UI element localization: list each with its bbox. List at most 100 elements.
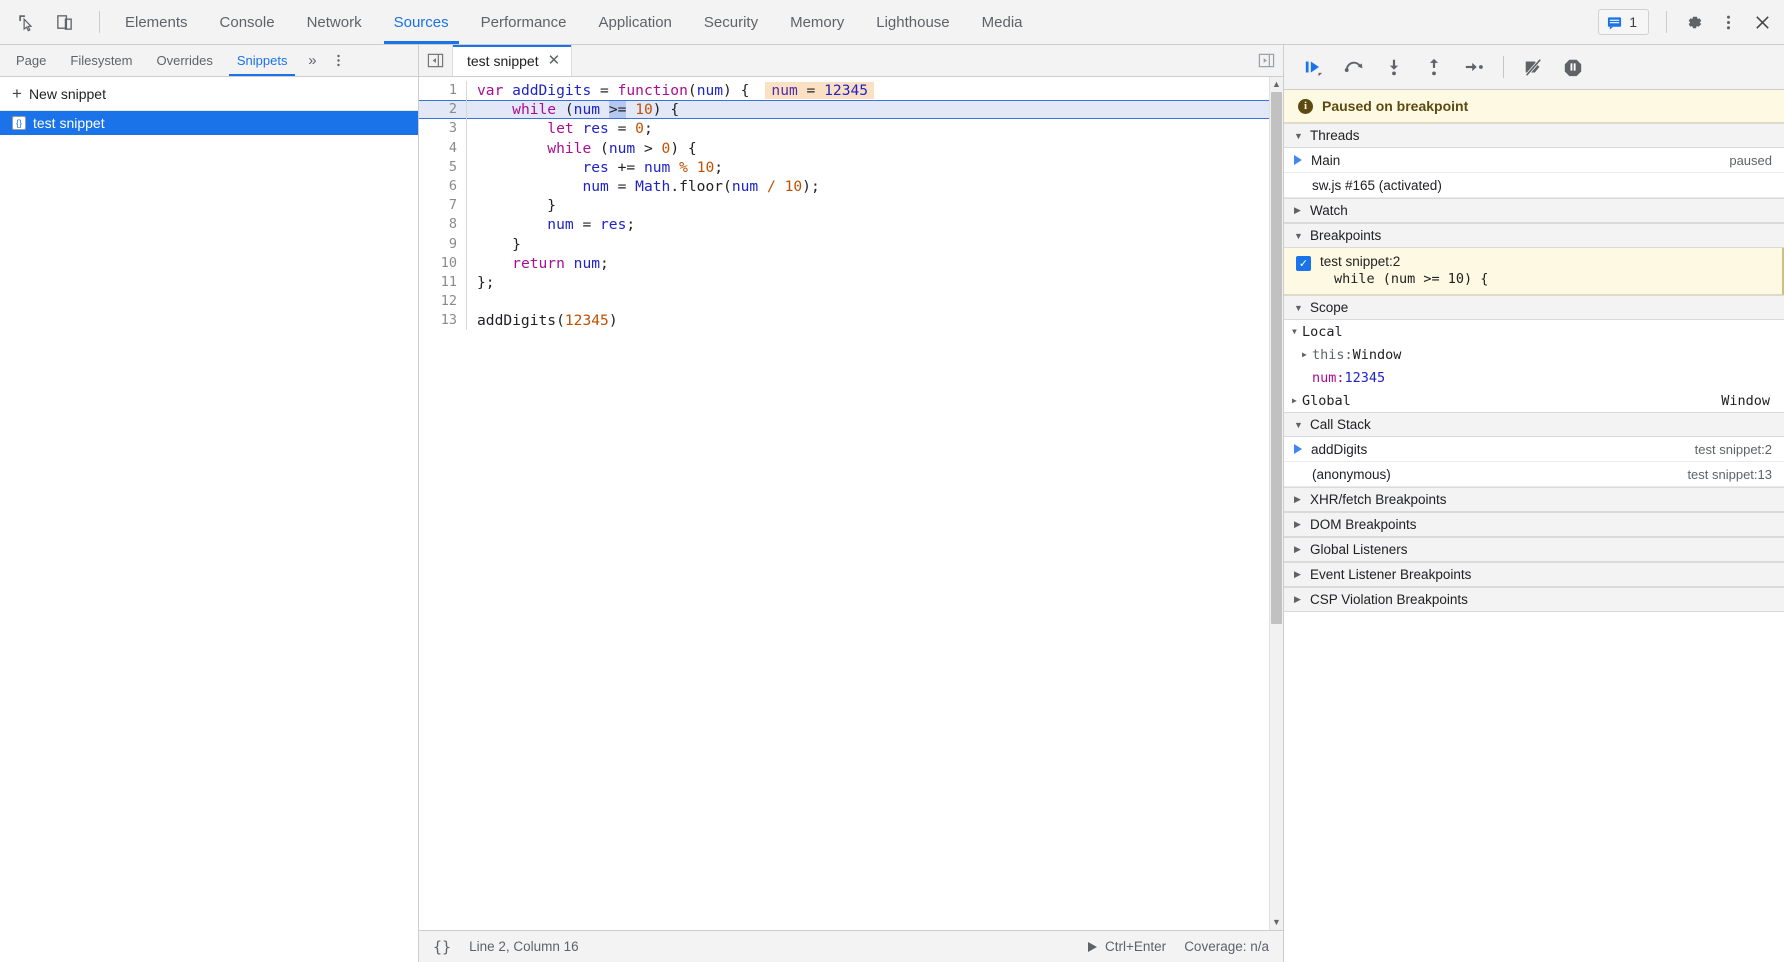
close-icon[interactable] (1746, 6, 1778, 38)
section-header-event-listener-breakpoints[interactable]: ▶ Event Listener Breakpoints (1284, 562, 1784, 587)
run-snippet-hint[interactable]: Ctrl+Enter (1088, 939, 1166, 954)
section-header-dom-breakpoints[interactable]: ▶ DOM Breakpoints (1284, 512, 1784, 537)
inspect-cursor-icon[interactable] (10, 6, 42, 38)
code-editor[interactable]: 1 var addDigits = function(num) {num = 12… (419, 77, 1269, 930)
navigator-menu-icon[interactable] (325, 45, 351, 76)
line-number[interactable]: 4 (419, 138, 467, 158)
tab-console[interactable]: Console (204, 0, 291, 44)
code-line[interactable]: 9 } (419, 234, 1269, 254)
thread-row-sw[interactable]: sw.js #165 (activated) (1284, 173, 1784, 198)
collapse-sidebar-icon[interactable] (419, 45, 453, 76)
line-number[interactable]: 12 (419, 292, 467, 312)
code-line[interactable]: 13 addDigits(12345) (419, 311, 1269, 331)
nav-tab-overrides[interactable]: Overrides (145, 45, 225, 76)
device-toolbar-icon[interactable] (48, 6, 80, 38)
code-line[interactable]: 8 num = res; (419, 215, 1269, 235)
section-header-watch[interactable]: ▶ Watch (1284, 198, 1784, 223)
code-line[interactable]: 1 var addDigits = function(num) {num = 12… (419, 81, 1269, 101)
line-number[interactable]: 2 (419, 100, 467, 120)
tab-elements[interactable]: Elements (109, 0, 204, 44)
section-title: Call Stack (1310, 417, 1371, 432)
deactivate-breakpoints-button[interactable] (1515, 50, 1551, 84)
section-header-scope[interactable]: ▼ Scope (1284, 295, 1784, 320)
gear-icon[interactable] (1678, 6, 1710, 38)
tab-sources[interactable]: Sources (378, 0, 465, 44)
editor-scrollbar[interactable]: ▲ ▼ (1269, 77, 1283, 930)
code-line-text: while (num > 0) { (547, 139, 697, 157)
line-number[interactable]: 13 (419, 311, 467, 331)
line-number[interactable]: 7 (419, 196, 467, 216)
line-number[interactable]: 8 (419, 215, 467, 235)
tab-network[interactable]: Network (291, 0, 378, 44)
snippet-item-test-snippet[interactable]: {} test snippet (0, 111, 418, 135)
code-line[interactable]: 3 let res = 0; (419, 119, 1269, 139)
code-line[interactable]: 12 (419, 292, 1269, 312)
code-line-text: let res = 0; (547, 120, 653, 138)
step-into-next-function-call-button[interactable] (1376, 50, 1412, 84)
scope-row-num[interactable]: num: 12345 (1284, 366, 1784, 389)
scope-row-local[interactable]: ▼ Local (1284, 320, 1784, 343)
line-number[interactable]: 10 (419, 253, 467, 273)
frame-label: (anonymous) (1312, 466, 1391, 482)
tab-security[interactable]: Security (688, 0, 774, 44)
tab-label: Sources (393, 13, 449, 31)
close-icon[interactable]: ✕ (548, 53, 561, 68)
breakpoint-checkbox[interactable]: ✓ (1296, 256, 1311, 271)
code-line-text: num = res; (547, 216, 636, 234)
section-title: Global Listeners (1310, 542, 1408, 557)
code-line[interactable]: 6 num = Math.floor(num / 10); (419, 176, 1269, 197)
code-line[interactable]: 2 while (num >= 10) { (419, 100, 1269, 120)
tab-lighthouse[interactable]: Lighthouse (860, 0, 965, 44)
resume-script-execution-button[interactable] (1296, 50, 1332, 84)
nav-tab-label: Overrides (156, 53, 213, 68)
tab-performance[interactable]: Performance (465, 0, 583, 44)
section-header-global-listeners[interactable]: ▶ Global Listeners (1284, 537, 1784, 562)
tab-application[interactable]: Application (583, 0, 688, 44)
nav-tab-snippets[interactable]: Snippets (225, 45, 300, 76)
code-line[interactable]: 7 } (419, 196, 1269, 216)
call-stack-frame-anonymous[interactable]: (anonymous) test snippet:13 (1284, 462, 1784, 487)
code-line[interactable]: 5 res += num % 10; (419, 157, 1269, 177)
line-number[interactable]: 6 (419, 176, 467, 197)
new-snippet-button[interactable]: + New snippet (0, 77, 418, 111)
line-number[interactable]: 5 (419, 157, 467, 177)
thread-row-main[interactable]: Main paused (1284, 148, 1784, 173)
code-line[interactable]: 10 return num; (419, 253, 1269, 273)
kebab-menu-icon[interactable] (1712, 6, 1744, 38)
line-number[interactable]: 9 (419, 234, 467, 254)
section-header-threads[interactable]: ▼ Threads (1284, 123, 1784, 148)
chevron-right-icon: ▶ (1294, 569, 1301, 579)
pretty-print-button[interactable]: {} (433, 938, 451, 956)
section-header-breakpoints[interactable]: ▼ Breakpoints (1284, 223, 1784, 248)
scroll-up-arrow[interactable]: ▲ (1272, 77, 1281, 92)
step-out-of-current-function-button[interactable] (1416, 50, 1452, 84)
call-stack-frame-adddigits[interactable]: addDigits test snippet:2 (1284, 437, 1784, 462)
step-over-next-function-call-button[interactable] (1336, 50, 1372, 84)
more-tabs-icon[interactable]: » (299, 45, 325, 76)
nav-tab-filesystem[interactable]: Filesystem (58, 45, 144, 76)
scrollbar-thumb[interactable] (1271, 92, 1282, 624)
tab-media[interactable]: Media (966, 0, 1039, 44)
breakpoint-item[interactable]: ✓ test snippet:2 while (num >= 10) { (1284, 248, 1784, 295)
scroll-down-arrow[interactable]: ▼ (1272, 915, 1281, 930)
editor-tab-test-snippet[interactable]: test snippet ✕ (453, 45, 573, 76)
scope-row-global[interactable]: ▶ Global Window (1284, 389, 1784, 412)
scrollbar-track[interactable] (1270, 92, 1283, 915)
line-number[interactable]: 1 (419, 81, 467, 101)
chevron-down-icon: ▼ (1294, 302, 1303, 313)
scope-row-this[interactable]: ▶ this: Window (1284, 343, 1784, 366)
console-messages-badge[interactable]: 1 (1598, 9, 1649, 35)
code-line[interactable]: 11}; (419, 272, 1269, 293)
step-button[interactable] (1456, 50, 1492, 84)
section-header-csp-violation-breakpoints[interactable]: ▶ CSP Violation Breakpoints (1284, 587, 1784, 612)
nav-tab-page[interactable]: Page (4, 45, 58, 76)
pause-on-exceptions-button[interactable] (1555, 50, 1591, 84)
section-header-call-stack[interactable]: ▼ Call Stack (1284, 412, 1784, 437)
tab-memory[interactable]: Memory (774, 0, 860, 44)
show-drawer-icon[interactable] (1249, 45, 1283, 76)
code-line[interactable]: 4 while (num > 0) { (419, 138, 1269, 158)
navigator-pane: Page Filesystem Overrides Snippets » + N… (0, 45, 419, 962)
section-header-xhr-fetch-breakpoints[interactable]: ▶ XHR/fetch Breakpoints (1284, 487, 1784, 512)
line-number[interactable]: 11 (419, 272, 467, 293)
line-number[interactable]: 3 (419, 119, 467, 139)
